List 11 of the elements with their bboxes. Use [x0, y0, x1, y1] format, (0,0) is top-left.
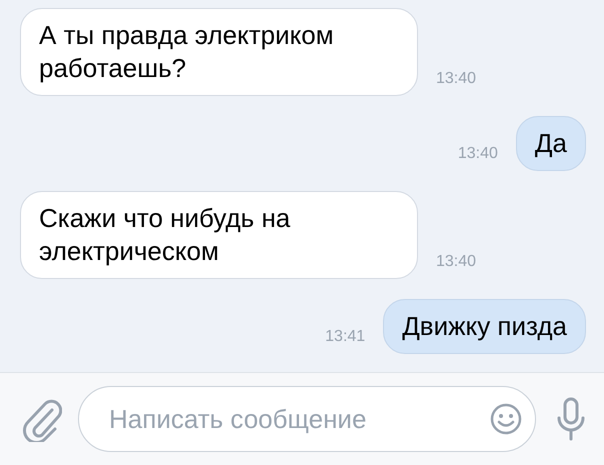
message-time: 13:40	[458, 145, 498, 163]
message-time: 13:40	[436, 70, 476, 88]
message-time: 13:40	[436, 253, 476, 271]
outgoing-message-bubble: Да	[516, 116, 586, 171]
incoming-message-bubble: А ты правда электриком работаешь?	[20, 8, 418, 96]
incoming-message-bubble: Скажи что нибудь на электрическом	[20, 191, 418, 279]
message-input-field[interactable]: Написать сообщение	[78, 386, 536, 452]
message-time: 13:41	[325, 328, 366, 346]
smiley-icon[interactable]	[490, 403, 522, 435]
microphone-icon[interactable]	[556, 396, 586, 442]
outgoing-message-bubble: Движку пизда	[383, 299, 586, 354]
